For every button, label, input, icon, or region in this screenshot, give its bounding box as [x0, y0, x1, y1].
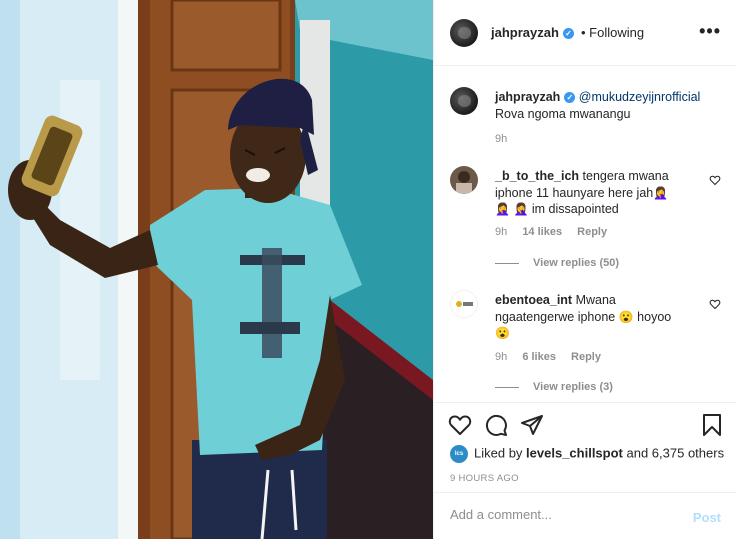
caption-username[interactable]: jahprayzah — [495, 90, 560, 104]
liked-by-user-link[interactable]: levels_chillspot — [526, 445, 623, 460]
commenter-avatar[interactable] — [450, 166, 478, 194]
comment-icon[interactable] — [484, 413, 508, 437]
reply-button[interactable]: Reply — [577, 226, 607, 238]
post-header: jahprayzah ✓ • Following ••• — [434, 0, 736, 66]
surprised-emoji: 😮 — [495, 326, 510, 340]
comment-text: _b_to_the_ich tengera mwana iphone 11 ha… — [495, 168, 695, 218]
more-options-icon[interactable]: ••• — [699, 21, 721, 42]
caption-avatar[interactable] — [450, 87, 478, 115]
view-replies-button[interactable]: View replies (50) — [495, 257, 619, 269]
like-comment-heart-icon[interactable] — [709, 298, 721, 310]
post-photo[interactable] — [0, 0, 433, 539]
add-comment-bar: Post — [434, 492, 736, 539]
facepalm-emoji: 🤦‍♀️ — [495, 202, 510, 216]
comment-text: ebentoea_int Mwana ngaatengerwe iphone 😮… — [495, 292, 695, 342]
following-status[interactable]: • Following — [581, 25, 644, 40]
bookmark-icon[interactable] — [700, 413, 724, 437]
author-avatar[interactable] — [450, 19, 478, 47]
liked-by-prefix: Liked by — [474, 445, 523, 461]
caption-mention-link[interactable]: @mukudzeyijnrofficial — [579, 90, 701, 104]
add-comment-input[interactable] — [450, 507, 680, 522]
facepalm-emoji: 🤦‍♀️ — [653, 185, 669, 200]
facepalm-emoji: 🤦‍♀️ — [513, 202, 529, 216]
comments-list[interactable]: jahprayzah ✓ @mukudzeyijnrofficial Rova n… — [434, 67, 736, 402]
liked-by-others[interactable]: and 6,375 others — [627, 445, 725, 460]
commenter-avatar-image — [451, 291, 477, 317]
post-timestamp[interactable]: 9 HOURS AGO — [450, 473, 519, 484]
author-username-text[interactable]: jahprayzah — [491, 25, 559, 40]
like-comment-heart-icon[interactable] — [709, 174, 721, 186]
comment-time: 9h — [495, 351, 508, 363]
comment-username[interactable]: _b_to_the_ich — [495, 169, 579, 183]
verified-badge-icon: ✓ — [564, 92, 576, 103]
comment-body-tail: hoyoo — [637, 309, 672, 324]
comment-meta: 9h 14 likes Reply — [495, 226, 619, 238]
replies-divider — [495, 262, 519, 264]
comment-likes[interactable]: 14 likes — [522, 226, 562, 238]
liked-by-line: lcs Liked by levels_chillspot and 6,375 o… — [450, 445, 724, 463]
share-icon[interactable] — [520, 413, 544, 437]
liker-avatar[interactable]: lcs — [450, 445, 468, 463]
commenter-avatar[interactable] — [450, 290, 478, 318]
caption-body: Rova ngoma mwanangu — [495, 106, 631, 121]
caption-text: jahprayzah ✓ @mukudzeyijnrofficial Rova n… — [495, 89, 725, 122]
caption-time: 9h — [495, 133, 508, 145]
caption-meta: 9h — [495, 133, 519, 145]
comment-meta: 9h 6 likes Reply — [495, 351, 613, 363]
comment-body-tail: im dissapointed — [531, 202, 619, 216]
post-actions: lcs Liked by levels_chillspot and 6,375 o… — [434, 402, 736, 492]
comment-time: 9h — [495, 226, 508, 238]
comment-likes[interactable]: 6 likes — [522, 351, 556, 363]
view-replies-label[interactable]: View replies (3) — [533, 381, 613, 393]
commenter-avatar-image — [450, 166, 478, 194]
author-username[interactable]: jahprayzah ✓ — [491, 25, 574, 40]
verified-badge-icon: ✓ — [562, 28, 574, 39]
surprised-emoji: 😮 — [618, 309, 634, 324]
comment-username[interactable]: ebentoea_int — [495, 293, 572, 307]
view-replies-label[interactable]: View replies (50) — [533, 257, 619, 269]
post-details-panel: jahprayzah ✓ • Following ••• jahprayzah ✓ … — [433, 0, 736, 539]
heart-icon[interactable] — [448, 413, 472, 437]
post-photo-illustration — [0, 0, 433, 539]
replies-divider — [495, 386, 519, 388]
post-comment-button[interactable]: Post — [693, 510, 721, 525]
view-replies-button[interactable]: View replies (3) — [495, 381, 613, 393]
reply-button[interactable]: Reply — [571, 351, 601, 363]
